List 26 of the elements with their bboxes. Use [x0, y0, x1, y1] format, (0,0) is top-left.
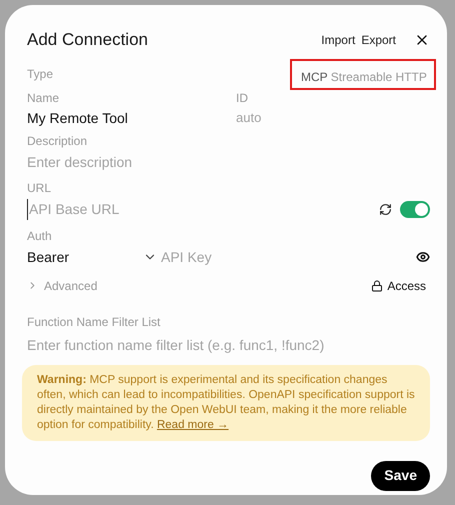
read-more-link[interactable]: Read more →	[156, 418, 229, 430]
warning-text: Warning: MCP support is experimental and its specification changes often, which can lead to incompatibilities. OpenAPI specification support is directly maintained by the Open WebUI team, making it the more reliable option for compatibility. Read more →	[37, 372, 415, 432]
show-password-icon[interactable]	[416, 250, 430, 264]
field-label: Type	[27, 66, 54, 82]
field-label: Description	[27, 132, 88, 148]
field-label: URL	[27, 180, 52, 196]
type-selector[interactable]: MCP Streamable HTTP	[301, 68, 427, 86]
name-field[interactable]: My Remote Tool	[27, 108, 227, 128]
header-action[interactable]: Export	[361, 30, 396, 49]
save-button[interactable]: Save	[371, 460, 430, 490]
access-button[interactable]: Access	[367, 276, 430, 294]
lock-icon	[371, 280, 384, 292]
url-field[interactable]: API Base URL	[27, 198, 327, 220]
description-field[interactable]: Enter description	[27, 152, 327, 172]
dialog-title: Add Connection	[27, 29, 148, 51]
toggle-switch[interactable]	[400, 200, 430, 218]
filter-field[interactable]: Enter function name filter list (e.g. func1, !func2)	[27, 334, 427, 356]
id-field[interactable]: auto	[236, 108, 386, 127]
field-label: ID	[236, 90, 249, 106]
field-label: Name	[27, 90, 60, 106]
api-key-field[interactable]: API Key	[161, 246, 361, 268]
header-action[interactable]: Import	[321, 30, 356, 49]
field-label: Auth	[27, 228, 53, 244]
auth-select[interactable]: Bearer	[27, 246, 157, 268]
field-label: Function Name Filter List	[27, 314, 162, 330]
refresh-icon[interactable]	[379, 202, 392, 216]
